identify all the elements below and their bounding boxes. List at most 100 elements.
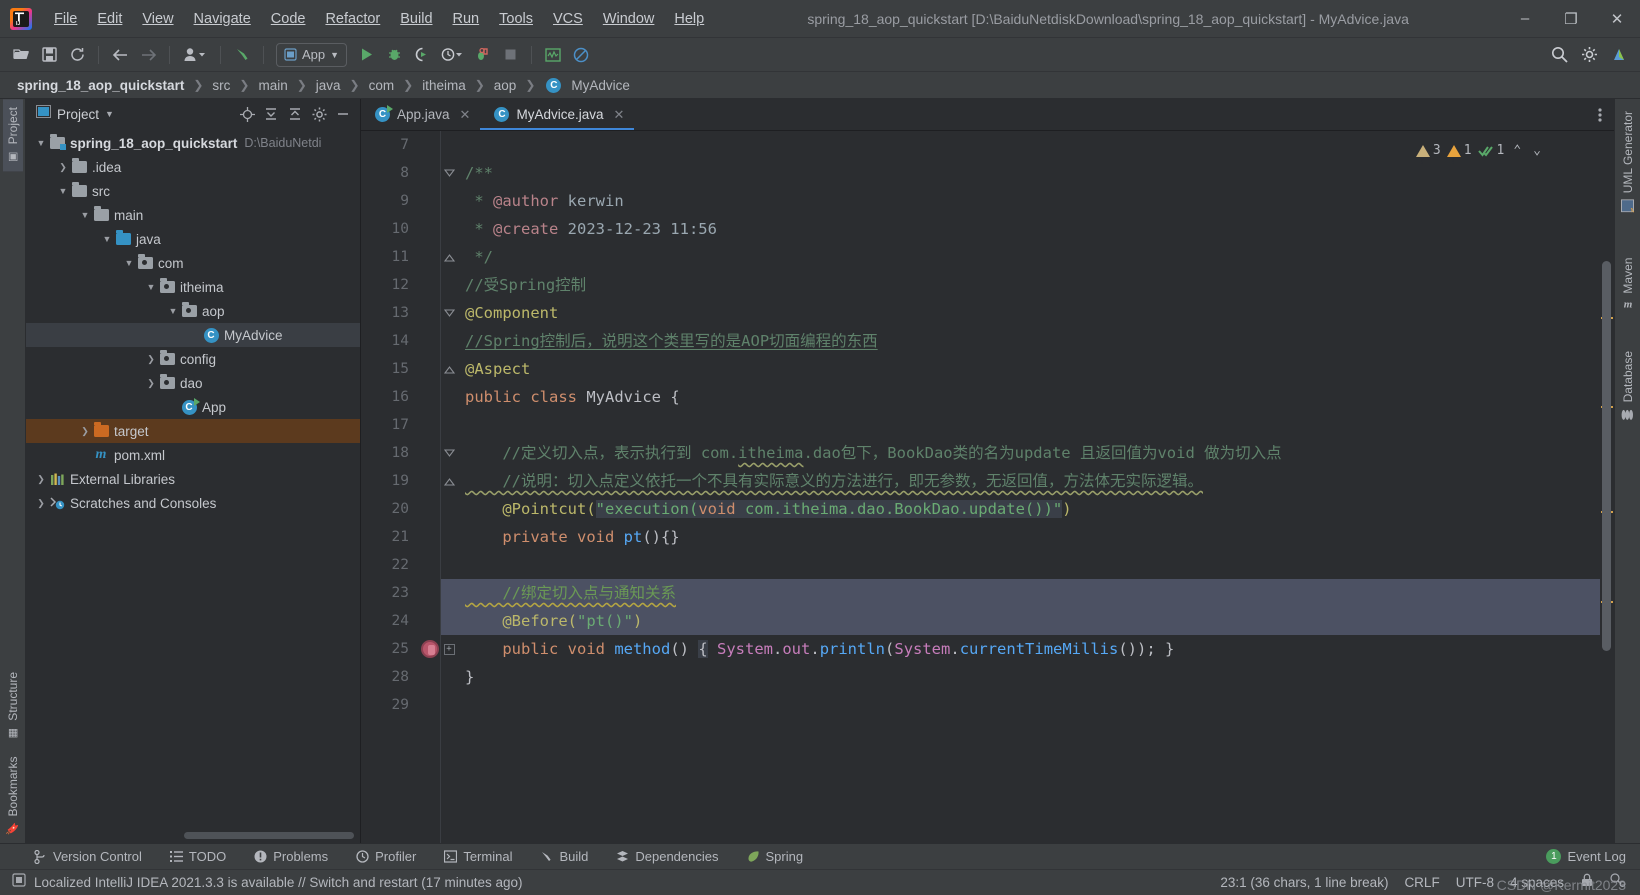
code-viewport[interactable]: 3 1 1 ⌃ ⌄ 78/**9 * @ <box>361 131 1600 843</box>
error-stripe-markers[interactable] <box>1600 131 1614 843</box>
next-problem-icon[interactable]: ⌄ <box>1530 137 1544 165</box>
tree-node-app[interactable]: C App <box>26 395 360 419</box>
sidebar-tab-structure[interactable]: ▦ Structure <box>3 664 23 748</box>
menu-tools[interactable]: Tools <box>489 7 543 31</box>
code-line[interactable]: 16 public class MyAdvice { <box>361 383 1600 411</box>
code-line[interactable]: 25 + public void method() { System.out.pr… <box>361 635 1600 663</box>
menu-window[interactable]: Window <box>593 7 665 31</box>
chevron-right-icon[interactable]: ❯ <box>56 162 70 173</box>
fold-gutter[interactable] <box>441 308 457 319</box>
chevron-right-icon[interactable]: ❯ <box>144 378 158 389</box>
tree-node-java[interactable]: ▼ java <box>26 227 360 251</box>
code-line[interactable]: 14 //Spring控制后，说明这个类里写的是AOP切面编程的东西 <box>361 327 1600 355</box>
tool-build[interactable]: Build <box>536 847 592 866</box>
breadcrumb-item-myadvice[interactable]: MyAdvice <box>568 77 633 94</box>
breadcrumb-item-aop[interactable]: aop <box>491 77 520 94</box>
sidebar-tab-project[interactable]: ▣ Project <box>2 99 23 172</box>
open-folder-icon[interactable] <box>8 42 34 68</box>
run-icon[interactable] <box>353 42 379 68</box>
code-line[interactable]: 7 <box>361 131 1600 159</box>
chevron-down-icon[interactable]: ▼ <box>105 109 114 119</box>
tree-node-project[interactable]: ▼ spring_18_aop_quickstart D:\BaiduNetdi <box>26 131 360 155</box>
code-line[interactable]: 17 <box>361 411 1600 439</box>
fold-gutter[interactable] <box>441 476 457 487</box>
tree-node-itheima[interactable]: ▼ itheima <box>26 275 360 299</box>
code-line[interactable]: 11 */ <box>361 243 1600 271</box>
breadcrumb-item-java[interactable]: java <box>313 77 344 94</box>
tool-todo[interactable]: TODO <box>166 847 230 866</box>
sidebar-tab-database[interactable]: Database <box>1618 343 1638 429</box>
code-line[interactable]: 15 @Aspect <box>361 355 1600 383</box>
chevron-down-icon[interactable]: ▼ <box>122 258 136 268</box>
tree-node-main[interactable]: ▼ main <box>26 203 360 227</box>
breadcrumb-item-com[interactable]: com <box>366 77 398 94</box>
code-text[interactable]: //定义切入点，表示执行到 com.itheima.dao包下，BookDao类… <box>457 439 1281 467</box>
menu-file[interactable]: File <box>44 7 87 31</box>
code-text[interactable]: //Spring控制后，说明这个类里写的是AOP切面编程的东西 <box>457 327 878 355</box>
menu-navigate[interactable]: Navigate <box>184 7 261 31</box>
code-line[interactable]: 18 //定义切入点，表示执行到 com.itheima.dao包下，BookD… <box>361 439 1600 467</box>
monitor-icon[interactable] <box>540 42 566 68</box>
chevron-down-icon[interactable]: ▼ <box>56 186 70 196</box>
locate-icon[interactable] <box>236 103 258 125</box>
project-tree-horizontal-scrollbar[interactable] <box>184 832 354 839</box>
tree-node-src[interactable]: ▼ src <box>26 179 360 203</box>
code-text[interactable]: private void pt(){} <box>457 523 679 551</box>
tree-node-myadvice[interactable]: C MyAdvice <box>26 323 360 347</box>
minimize-button[interactable]: – <box>1502 0 1548 38</box>
tool-profiler[interactable]: Profiler <box>352 847 420 866</box>
breadcrumb-item-itheima[interactable]: itheima <box>419 77 469 94</box>
menu-edit[interactable]: Edit <box>87 7 132 31</box>
code-text[interactable]: /** <box>457 159 493 187</box>
code-line[interactable]: 28} <box>361 663 1600 691</box>
fold-gutter[interactable]: + <box>441 643 457 655</box>
code-line[interactable]: 10 * @create 2023-12-23 11:56 <box>361 215 1600 243</box>
menu-vcs[interactable]: VCS <box>543 7 593 31</box>
breadcrumb-item-project[interactable]: spring_18_aop_quickstart <box>14 77 187 94</box>
close-button[interactable]: ✕ <box>1594 0 1640 38</box>
warning-indicator[interactable]: 1 <box>1446 137 1472 175</box>
refresh-icon[interactable] <box>64 42 90 68</box>
updates-icon[interactable] <box>1606 42 1632 68</box>
event-log-group[interactable]: 1 Event Log <box>1546 849 1640 864</box>
code-text[interactable]: @Aspect <box>457 355 530 383</box>
code-line[interactable]: 12 //受Spring控制 <box>361 271 1600 299</box>
editor-vertical-scrollbar[interactable] <box>1602 261 1611 651</box>
chevron-down-icon[interactable]: ▼ <box>34 138 48 148</box>
inspection-icon[interactable] <box>1610 873 1626 892</box>
menu-refactor[interactable]: Refactor <box>315 7 390 31</box>
tool-spring[interactable]: Spring <box>743 847 808 866</box>
menu-run[interactable]: Run <box>443 7 490 31</box>
tab-app-java[interactable]: C App.java ✕ <box>361 99 481 130</box>
file-encoding[interactable]: UTF-8 <box>1456 875 1494 890</box>
inspection-widget[interactable]: 3 1 1 ⌃ ⌄ <box>1415 137 1544 175</box>
chevron-down-icon[interactable]: ▼ <box>166 306 180 316</box>
close-icon[interactable]: ✕ <box>614 107 625 123</box>
build-project-icon[interactable] <box>469 42 495 68</box>
run-configuration-selector[interactable]: App ▼ <box>276 42 348 67</box>
sidebar-tab-bookmarks[interactable]: 🔖 Bookmarks <box>3 748 23 843</box>
code-text[interactable]: * @author kerwin <box>457 187 623 215</box>
fold-gutter[interactable] <box>441 252 457 263</box>
chevron-down-icon[interactable]: ▼ <box>78 210 92 220</box>
save-icon[interactable] <box>36 42 62 68</box>
line-separator[interactable]: CRLF <box>1404 875 1439 890</box>
indent-setting[interactable]: 4 spaces <box>1510 875 1564 890</box>
arrow-right-icon[interactable] <box>135 42 161 68</box>
debug-icon[interactable] <box>381 42 407 68</box>
user-dropdown-icon[interactable] <box>178 42 212 68</box>
code-line[interactable]: 21 private void pt(){} <box>361 523 1600 551</box>
gutter-icons[interactable] <box>419 640 441 658</box>
search-icon[interactable] <box>1546 42 1572 68</box>
code-line[interactable]: 19 //说明：切入点定义依托一个不具有实际意义的方法进行，即无参数，无返回值，… <box>361 467 1600 495</box>
code-text[interactable]: @Pointcut("execution(void com.itheima.da… <box>457 495 1072 523</box>
run-coverage-icon[interactable] <box>409 42 435 68</box>
code-line[interactable]: 23 //绑定切入点与通知关系 <box>361 579 1600 607</box>
tool-terminal[interactable]: Terminal <box>440 847 516 866</box>
tool-version-control[interactable]: Version Control <box>30 847 146 866</box>
profile-run-icon[interactable] <box>437 42 467 68</box>
code-text[interactable]: //绑定切入点与通知关系 <box>457 579 676 607</box>
menu-build[interactable]: Build <box>390 7 442 31</box>
ok-indicator[interactable]: 1 <box>1477 137 1504 165</box>
tree-node-scratches[interactable]: ❯ Scratches and Consoles <box>26 491 360 515</box>
